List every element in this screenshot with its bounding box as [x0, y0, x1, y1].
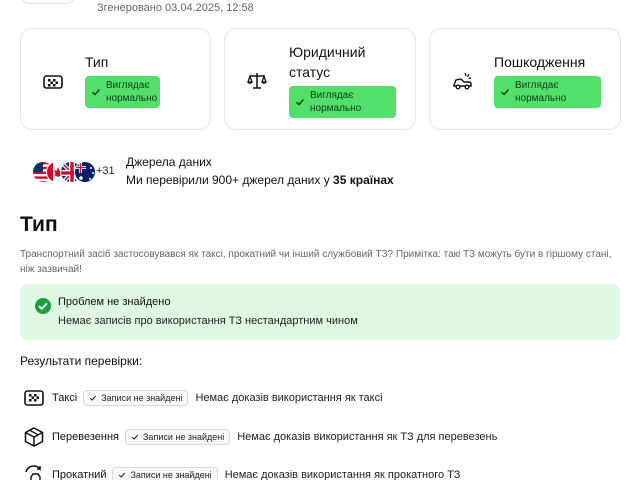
result-text: Немає доказів використання як ТЗ для пер…: [237, 431, 498, 443]
check-circle-icon: [35, 298, 51, 314]
no-records-badge: Записи не знайдені: [125, 429, 231, 445]
no-records-badge: Записи не знайдені: [83, 390, 189, 406]
no-problems-alert: Проблем не знайдено Немає записів про ви…: [20, 284, 620, 340]
result-row-transport: Перевезення Записи не знайдені Немає док…: [22, 425, 497, 449]
check-icon: [92, 89, 101, 96]
result-row-taxi: Таксі Записи не знайдені Немає доказів в…: [22, 386, 383, 410]
taxi-icon: [43, 75, 63, 89]
generated-timestamp: Згенеровано 03.04.2025, 12:58: [97, 2, 254, 14]
result-label: Таксі: [52, 392, 78, 404]
section-description: Транспортний засіб застосовувався як так…: [20, 249, 612, 275]
results-title: Результати перевірки:: [20, 354, 143, 368]
result-label: Прокатний: [52, 469, 107, 480]
country-flags: [32, 161, 98, 183]
summary-card-legal-status[interactable]: Юридичний статус Виглядає нормально: [224, 28, 416, 130]
check-icon: [501, 89, 510, 96]
summary-card-type[interactable]: Тип Виглядає нормально: [20, 28, 211, 130]
check-icon: [90, 395, 97, 401]
section-title: Тип: [20, 213, 58, 236]
alert-title: Проблем не знайдено: [58, 296, 171, 308]
package-icon: [24, 427, 44, 447]
more-countries-count: +31: [96, 165, 115, 177]
check-icon: [131, 434, 139, 440]
check-icon: [296, 99, 305, 106]
check-icon: [119, 472, 126, 478]
au-flag-icon: [74, 161, 96, 183]
badge-label: Записи не знайдені: [101, 393, 183, 403]
card-title: Пошкодження: [494, 54, 586, 70]
result-text: Немає доказів використання як прокатного…: [224, 469, 461, 480]
summary-card-damage[interactable]: Пошкодження Виглядає нормально: [429, 28, 621, 130]
status-badge: Виглядає нормально: [289, 86, 396, 118]
alert-text: Немає записів про використання ТЗ нестан…: [58, 315, 358, 327]
sources-title: Джерела даних: [126, 155, 212, 169]
rental-icon: [25, 465, 41, 480]
status-badge: Виглядає нормально: [85, 76, 160, 108]
result-label: Перевезення: [52, 431, 119, 443]
scales-icon: [247, 73, 267, 89]
card-title: Юридичний статус: [289, 44, 366, 80]
status-badge-label: Виглядає нормально: [515, 80, 567, 104]
sources-subtitle: Ми перевірили 900+ джерел даних у 35 кра…: [126, 173, 394, 187]
top-card-stub: [20, 0, 76, 4]
badge-label: Записи не знайдені: [130, 470, 212, 480]
status-badge-label: Виглядає нормально: [310, 90, 362, 114]
status-badge: Виглядає нормально: [494, 76, 601, 108]
no-records-badge: Записи не знайдені: [112, 467, 218, 480]
status-badge-label: Виглядає нормально: [106, 80, 158, 104]
card-title: Тип: [85, 54, 109, 70]
result-text: Немає доказів використання як таксі: [195, 392, 383, 404]
result-row-rental: Прокатний Записи не знайдені Немає доказ…: [22, 463, 460, 480]
badge-label: Записи не знайдені: [143, 432, 225, 442]
taxi-icon: [24, 390, 44, 406]
crashed-car-icon: [453, 72, 472, 90]
